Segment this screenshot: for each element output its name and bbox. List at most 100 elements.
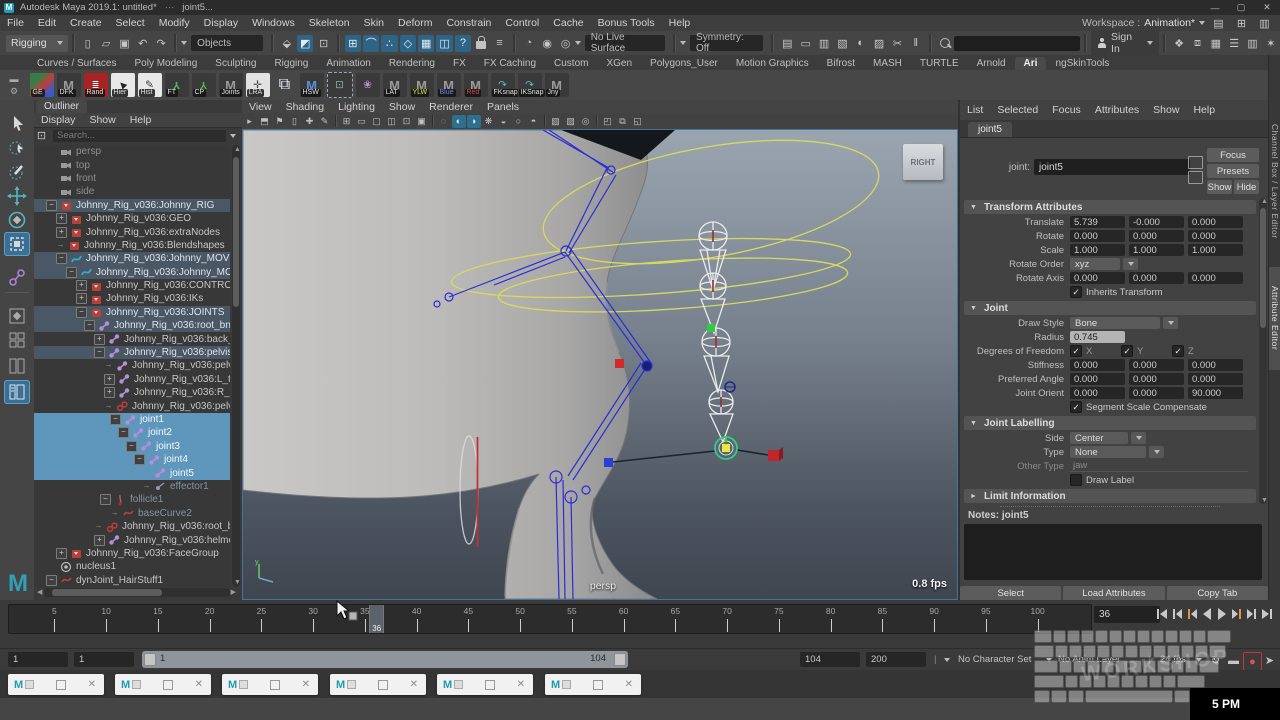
- shelf-tool-fksnap-icon[interactable]: ↷FKsnap: [491, 73, 515, 97]
- menuset-selector[interactable]: Rigging: [6, 35, 68, 52]
- menu-create[interactable]: Create: [63, 17, 109, 29]
- collapse-icon[interactable]: −: [84, 320, 95, 331]
- animation-end-field[interactable]: 104: [800, 652, 860, 667]
- anim-layer-selector[interactable]: No Anim Layer: [1058, 654, 1120, 665]
- side-tab-attribute-editor[interactable]: Attribute Editor: [1269, 267, 1280, 369]
- scale-tool-icon[interactable]: [4, 232, 30, 256]
- tree-item-joint2[interactable]: −joint2: [34, 426, 230, 439]
- tree-item-johnny-rig-v036-pelvis-bn01-or[interactable]: →Johnny_Rig_v036:pelvis_bn01_or: [34, 399, 230, 412]
- shelf-tool-pages-icon[interactable]: ⧉: [273, 73, 297, 97]
- collapse-icon[interactable]: −: [66, 267, 77, 278]
- snap-to-grid-icon[interactable]: ⊞: [345, 35, 361, 52]
- snap-to-view-plane-icon[interactable]: ▦: [418, 35, 434, 52]
- field-scale-1[interactable]: 1.000: [1129, 244, 1184, 256]
- show-button[interactable]: Show: [1207, 180, 1232, 194]
- field-rotate-axis-1[interactable]: 0.000: [1129, 272, 1184, 284]
- sign-in-button[interactable]: Sign In: [1091, 30, 1159, 56]
- show-tool-settings-icon[interactable]: ☰: [1226, 35, 1242, 52]
- tree-item-johnny-rig-v036-johnny-rig[interactable]: −Johnny_Rig_v036:Johnny_RIG: [34, 199, 230, 212]
- scroll-right-icon[interactable]: ▶: [231, 588, 236, 596]
- layout-four-pane-icon[interactable]: [4, 328, 30, 352]
- search-filter-icon[interactable]: ⊡: [35, 129, 48, 142]
- viewport-3d-view[interactable]: RIGHT persp 0.8 fps y: [242, 129, 958, 600]
- section-header-joint[interactable]: ▼Joint: [964, 301, 1256, 315]
- shelf-tab-ari[interactable]: Ari: [1015, 57, 1047, 70]
- xray-icon[interactable]: ▧: [549, 115, 563, 128]
- ae-menu-focus[interactable]: Focus: [1045, 104, 1088, 116]
- menu-skin[interactable]: Skin: [357, 17, 391, 29]
- shelf-tool-lra-icon[interactable]: ✛LRA: [246, 73, 270, 97]
- field-translate-2[interactable]: 0.000: [1188, 216, 1243, 228]
- tree-item-johnny-rig-v036-root-bn01[interactable]: −Johnny_Rig_v036:root_bn01: [34, 319, 230, 332]
- task-tab[interactable]: M✕: [330, 674, 426, 695]
- restore-icon[interactable]: [56, 680, 66, 690]
- chevron-down-icon[interactable]: [1149, 446, 1164, 458]
- construction-history-icon[interactable]: ≡: [491, 35, 507, 52]
- menu-constrain[interactable]: Constrain: [439, 17, 498, 29]
- tree-item-joint1[interactable]: −joint1: [34, 413, 230, 426]
- chevron-down-icon[interactable]: [230, 134, 236, 138]
- go-to-start-button[interactable]: [1155, 605, 1169, 623]
- restore-icon[interactable]: [485, 680, 495, 690]
- dropdown-side[interactable]: Center: [1070, 432, 1128, 444]
- file-open-icon[interactable]: ▱: [98, 35, 114, 52]
- tree-item-johnny-rig-v036-geo[interactable]: +Johnny_Rig_v036:GEO: [34, 212, 230, 225]
- shelf-tool-ft-icon[interactable]: YFT: [165, 73, 189, 97]
- section-header-limit-information[interactable]: ►Limit Information: [964, 489, 1256, 503]
- film-gate-icon[interactable]: ▭: [355, 115, 369, 128]
- tree-item-dynjoint-hairstuff1[interactable]: −dynJoint_HairStuff1: [34, 574, 230, 587]
- selection-mask-field[interactable]: Objects: [191, 35, 263, 51]
- ae-menu-selected[interactable]: Selected: [990, 104, 1045, 116]
- viewport-menu-panels[interactable]: Panels: [480, 101, 526, 113]
- play-backwards-button[interactable]: [1200, 605, 1214, 623]
- isolate-select-icon[interactable]: ◰: [601, 115, 615, 128]
- viewport-menu-shading[interactable]: Shading: [279, 101, 332, 113]
- checkbox-degrees-of-freedom-y[interactable]: ✓: [1121, 345, 1133, 357]
- expand-icon[interactable]: +: [76, 293, 87, 304]
- chevron-down-icon[interactable]: [680, 41, 686, 45]
- checkbox-draw-label[interactable]: [1070, 474, 1082, 486]
- snap-to-curve-icon[interactable]: ⌒: [363, 35, 379, 52]
- close-icon[interactable]: ✕: [625, 679, 633, 690]
- xray-joints-icon[interactable]: ▨: [564, 115, 578, 128]
- panel-grid-icon[interactable]: ⊞: [1233, 15, 1250, 32]
- checkbox-degrees-of-freedom-x[interactable]: ✓: [1070, 345, 1082, 357]
- chevron-down-icon[interactable]: [944, 658, 950, 662]
- menu-skeleton[interactable]: Skeleton: [302, 17, 357, 29]
- chevron-down-icon[interactable]: [1163, 317, 1178, 329]
- section-header-joint-labelling[interactable]: ▼Joint Labelling: [964, 416, 1256, 430]
- play-forwards-button[interactable]: [1215, 605, 1229, 623]
- tree-item-joint3[interactable]: −joint3: [34, 440, 230, 453]
- checkbox-inherits-transform[interactable]: ✓: [1070, 286, 1082, 298]
- restore-icon[interactable]: [593, 680, 603, 690]
- move-tool-icon[interactable]: [4, 184, 30, 208]
- shelf-tab-polygons-user[interactable]: Polygons_User: [641, 57, 727, 70]
- outliner-menu-show[interactable]: Show: [82, 114, 122, 126]
- tree-item-johnny-rig-v036-root-bn01-paren[interactable]: →Johnny_Rig_v036:root_bn01_paren: [34, 520, 230, 533]
- shelf-tab-rigging[interactable]: Rigging: [265, 57, 317, 70]
- menu-control[interactable]: Control: [498, 17, 546, 29]
- shelf-tool-hsw-icon[interactable]: MHSW: [300, 73, 324, 97]
- show-hypershade-icon[interactable]: ⧈: [1189, 35, 1205, 52]
- bookmark-icon[interactable]: ⚑: [273, 115, 287, 128]
- field-joint-orient-2[interactable]: 90.000: [1188, 387, 1243, 399]
- step-back-key-button[interactable]: [1185, 605, 1199, 623]
- shelf-tab-animation[interactable]: Animation: [317, 57, 379, 70]
- character-set-selector[interactable]: No Character Set: [958, 654, 1031, 665]
- snap-to-point-icon[interactable]: ∴: [381, 35, 397, 52]
- field-translate-0[interactable]: 5.739: [1070, 216, 1125, 228]
- expand-icon[interactable]: +: [76, 280, 87, 291]
- field-joint-orient-1[interactable]: 0.000: [1129, 387, 1184, 399]
- shelf-tool-iksnap-icon[interactable]: ↷IKSnap: [518, 73, 542, 97]
- camera-select-icon[interactable]: ▸: [243, 115, 257, 128]
- tree-item-johnny-rig-v036-l-thigh-bn01[interactable]: +Johnny_Rig_v036:L_thigh_bn01: [34, 373, 230, 386]
- select-object-icon[interactable]: ◩: [297, 35, 313, 52]
- chevron-down-icon[interactable]: [1046, 658, 1052, 662]
- show-attribute-editor-icon[interactable]: ▥: [1244, 35, 1260, 52]
- resolution-gate-icon[interactable]: ▢: [370, 115, 384, 128]
- scene-canvas[interactable]: [243, 130, 957, 599]
- copy-tab-button[interactable]: Copy Tab: [1167, 586, 1268, 601]
- sequencer-icon[interactable]: ▨: [871, 35, 887, 52]
- task-tab[interactable]: M✕: [437, 674, 533, 695]
- shelf-tool-cp-icon[interactable]: YCP: [192, 73, 216, 97]
